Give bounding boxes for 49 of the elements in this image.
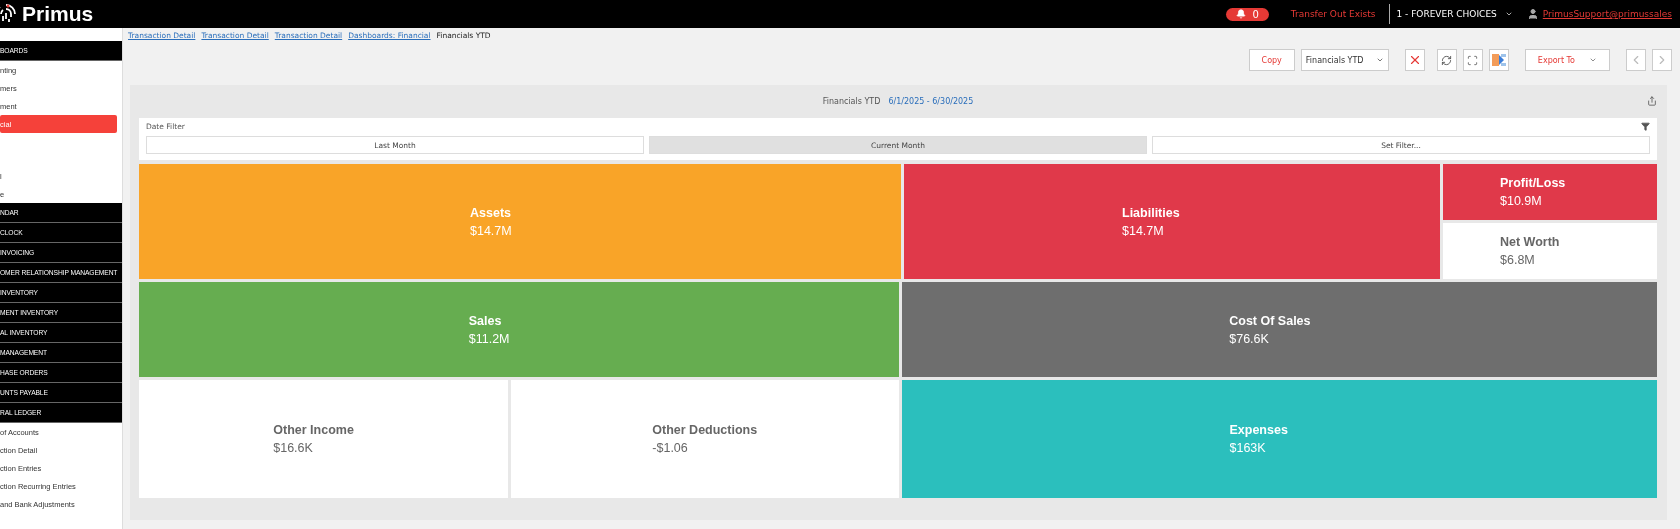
metric-tile[interactable]: Liabilities $14.7M	[904, 164, 1440, 279]
tile-title: Sales	[468, 313, 503, 328]
notification-count: 0	[1252, 8, 1259, 20]
tile-value: $163K	[1229, 441, 1267, 455]
fullscreen-icon	[1467, 54, 1479, 66]
share-icon[interactable]	[1647, 96, 1657, 106]
date-range: 6/1/2025 - 6/30/2025	[888, 97, 974, 106]
tile-title: Cost Of Sales	[1229, 313, 1312, 328]
metric-tile[interactable]: Net Worth $6.8M	[1443, 223, 1657, 279]
primus-logo[interactable]: Primus	[0, 2, 94, 26]
tile-title: Profit/Loss	[1500, 176, 1567, 190]
tile-value: $6.8M	[1500, 253, 1536, 267]
layout-button[interactable]	[1488, 49, 1509, 71]
user-link[interactable]: PrimusSupport@primussales	[1542, 9, 1672, 19]
fullscreen-button[interactable]	[1462, 49, 1483, 71]
alert-text[interactable]: Transfer Out Exists	[1290, 9, 1376, 19]
company-select[interactable]: 1 - FOREVER CHOICES	[1389, 4, 1513, 24]
tile-value: $76.6K	[1229, 331, 1270, 346]
tile-title: Assets	[470, 205, 512, 220]
user-icon	[1526, 8, 1539, 20]
metric-tile[interactable]: Other Income $16.6K	[139, 380, 508, 498]
tile-value: $10.9M	[1500, 194, 1543, 208]
metric-tile[interactable]: Cost Of Sales $76.6K	[901, 282, 1657, 377]
dashboard-title: Financials YTD	[822, 97, 881, 106]
notification-badge[interactable]: 0	[1226, 7, 1269, 21]
tile-value: $14.7M	[470, 223, 513, 238]
dashboard-select[interactable]: Financials YTD	[1300, 49, 1389, 71]
tile-value: $16.6K	[273, 441, 314, 455]
tile-title: Net Worth	[1500, 235, 1561, 249]
tile-title: Other Deductions	[652, 423, 758, 437]
tile-value: -$1.06	[652, 441, 689, 455]
chevron-down-icon	[1504, 10, 1513, 18]
tile-value: $11.2M	[468, 331, 511, 346]
copy-button[interactable]: Copy	[1248, 49, 1295, 71]
tile-title: Other Income	[273, 423, 355, 437]
diagram-icon	[1491, 53, 1506, 67]
metric-tile[interactable]: Other Deductions -$1.06	[510, 380, 899, 498]
chevron-down-icon	[1375, 56, 1384, 64]
export-button[interactable]: Export To	[1524, 49, 1610, 71]
close-button[interactable]	[1404, 49, 1425, 71]
refresh-icon	[1441, 54, 1453, 66]
metric-tile[interactable]: Profit/Loss $10.9M	[1443, 164, 1657, 220]
bell-icon	[1236, 9, 1247, 19]
tile-title: Liabilities	[1122, 205, 1181, 220]
chevron-down-icon	[1589, 56, 1597, 64]
tile-value: $14.7M	[1122, 223, 1165, 238]
filter-icon[interactable]	[1641, 122, 1650, 131]
refresh-button[interactable]	[1436, 49, 1457, 71]
tile-title: Expenses	[1229, 423, 1289, 437]
